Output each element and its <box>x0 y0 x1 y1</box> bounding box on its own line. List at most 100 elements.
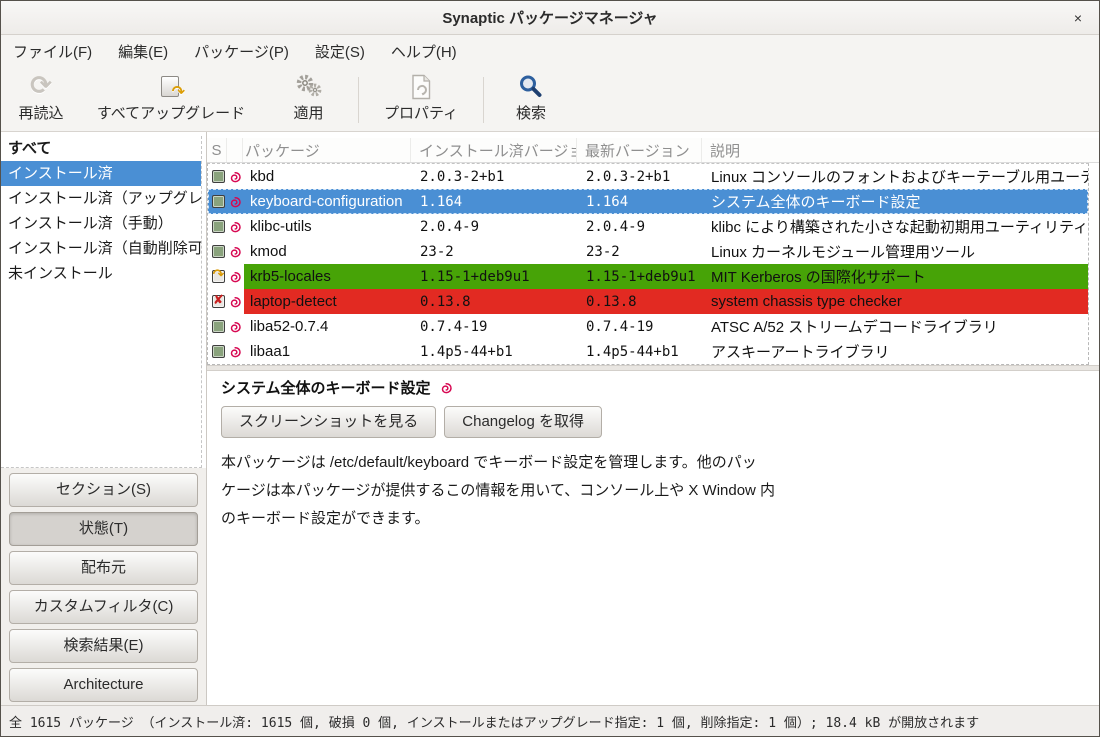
latest-version: 0.7.4-19 <box>578 314 703 339</box>
package-description: system chassis type checker <box>703 289 1088 314</box>
status-installed-icon <box>212 220 225 233</box>
package-name: libaa1 <box>244 339 412 364</box>
debian-swirl-icon <box>228 214 244 239</box>
table-row-kbd[interactable]: kbd 2.0.3-2+b1 2.0.3-2+b1 Linux コンソールのフォ… <box>208 164 1088 189</box>
package-description: ATSC A/52 ストリームデコードライブラリ <box>703 314 1088 339</box>
details-title: システム全体のキーボード設定 <box>221 377 431 398</box>
view-selector: セクション(S) 状態(T) 配布元 カスタムフィルタ(C) 検索結果(E) A… <box>1 468 206 707</box>
debian-swirl-icon <box>228 239 244 264</box>
statusbar: 全 1615 パッケージ （インストール済: 1615 個, 破損 0 個, イ… <box>1 705 1099 736</box>
latest-version: 0.13.8 <box>578 289 703 314</box>
table-row-laptop-detect[interactable]: ✘ laptop-detect 0.13.8 0.13.8 system cha… <box>208 289 1088 314</box>
menu-file[interactable]: ファイル(F) <box>11 37 94 66</box>
filter-all[interactable]: すべて <box>1 136 201 161</box>
apply-button[interactable]: 適用 <box>261 71 356 129</box>
package-panel: S パッケージ インストール済バージョン 最新バージョン 説明 kbd 2.0.… <box>207 132 1099 705</box>
latest-version: 1.164 <box>578 189 703 214</box>
debian-swirl-icon <box>228 189 244 214</box>
get-changelog-button[interactable]: Changelog を取得 <box>444 406 602 438</box>
table-header: S パッケージ インストール済バージョン 最新バージョン 説明 <box>207 138 1099 163</box>
column-header-package[interactable]: パッケージ <box>243 138 411 162</box>
filter-installed[interactable]: インストール済 <box>1 161 201 186</box>
menu-package[interactable]: パッケージ(P) <box>192 37 291 66</box>
toolbar: ⟳ 再読込 ↷ すべてアップグレード 適用 <box>1 67 1099 132</box>
view-button-architecture[interactable]: Architecture <box>9 668 198 702</box>
status-reinstall-icon: ↷ <box>212 270 225 283</box>
package-name: klibc-utils <box>244 214 412 239</box>
latest-version: 2.0.4-9 <box>578 214 703 239</box>
menu-help[interactable]: ヘルプ(H) <box>389 37 459 66</box>
properties-button[interactable]: プロパティ <box>361 71 481 129</box>
package-name: kbd <box>244 164 412 189</box>
status-summary: 全 1615 パッケージ （インストール済: 1615 個, 破損 0 個, イ… <box>9 712 979 731</box>
installed-version: 0.7.4-19 <box>412 314 578 339</box>
filter-not-installed[interactable]: 未インストール <box>1 261 201 286</box>
installed-version: 1.164 <box>412 189 578 214</box>
package-description: アスキーアートライブラリ <box>703 339 1088 364</box>
column-header-description[interactable]: 説明 <box>702 138 1099 162</box>
debian-swirl-icon <box>228 314 244 339</box>
upgrade-all-button[interactable]: ↷ すべてアップグレード <box>81 71 261 129</box>
installed-version: 1.15-1+deb9u1 <box>412 264 578 289</box>
view-screenshot-button[interactable]: スクリーンショットを見る <box>221 406 436 438</box>
table-row-kmod[interactable]: kmod 23-2 23-2 Linux カーネルモジュール管理用ツール <box>208 239 1088 264</box>
status-installed-icon <box>212 170 225 183</box>
details-pane: システム全体のキーボード設定 スクリーンショットを見る Changelog を取… <box>207 371 1099 705</box>
search-magnifier-icon <box>518 73 544 101</box>
latest-version: 23-2 <box>578 239 703 264</box>
window-title: Synaptic パッケージマネージャ <box>442 7 657 28</box>
installed-version: 1.4p5-44+b1 <box>412 339 578 364</box>
installed-version: 2.0.3-2+b1 <box>412 164 578 189</box>
debian-swirl-icon <box>439 381 453 395</box>
menu-edit[interactable]: 編集(E) <box>116 37 170 66</box>
column-header-installed-version[interactable]: インストール済バージョン <box>411 138 577 162</box>
package-name: laptop-detect <box>244 289 412 314</box>
view-button-search-results[interactable]: 検索結果(E) <box>9 629 198 663</box>
table-row-klibc-utils[interactable]: klibc-utils 2.0.4-9 2.0.4-9 klibc により構築さ… <box>208 214 1088 239</box>
view-button-sections[interactable]: セクション(S) <box>9 473 198 507</box>
filter-installed-autoremovable[interactable]: インストール済（自動削除可能） <box>1 236 201 261</box>
column-header-supported[interactable] <box>227 138 243 162</box>
main-area: すべて インストール済 インストール済（アップグレード可） インストール済（手動… <box>1 132 1099 705</box>
view-button-status[interactable]: 状態(T) <box>9 512 198 546</box>
status-installed-icon <box>212 245 225 258</box>
search-button[interactable]: 検索 <box>486 71 576 129</box>
table-row-krb5-locales[interactable]: ↷ krb5-locales 1.15-1+deb9u1 1.15-1+deb9… <box>208 264 1088 289</box>
apply-gears-icon <box>294 73 324 101</box>
latest-version: 1.15-1+deb9u1 <box>578 264 703 289</box>
table-row-libaa1[interactable]: libaa1 1.4p5-44+b1 1.4p5-44+b1 アスキーアートライ… <box>208 339 1088 364</box>
status-installed-icon <box>212 195 225 208</box>
package-name: keyboard-configuration <box>244 189 412 214</box>
synaptic-window: Synaptic パッケージマネージャ × ファイル(F) 編集(E) パッケー… <box>0 0 1100 737</box>
sidebar: すべて インストール済 インストール済（アップグレード可） インストール済（手動… <box>1 132 207 705</box>
view-button-custom-filters[interactable]: カスタムフィルタ(C) <box>9 590 198 624</box>
package-description: システム全体のキーボード設定 <box>703 189 1088 214</box>
table-row-keyboard-configuration[interactable]: keyboard-configuration 1.164 1.164 システム全… <box>208 189 1088 214</box>
menu-settings[interactable]: 設定(S) <box>313 37 367 66</box>
debian-swirl-icon <box>228 289 244 314</box>
toolbar-separator <box>358 77 359 123</box>
status-installed-icon <box>212 320 225 333</box>
reload-button[interactable]: ⟳ 再読込 <box>1 71 81 129</box>
upgrade-all-icon: ↷ <box>159 73 183 101</box>
installed-version: 23-2 <box>412 239 578 264</box>
latest-version: 2.0.3-2+b1 <box>578 164 703 189</box>
package-name: krb5-locales <box>244 264 412 289</box>
package-table: kbd 2.0.3-2+b1 2.0.3-2+b1 Linux コンソールのフォ… <box>207 163 1089 365</box>
filter-installed-manual[interactable]: インストール済（手動） <box>1 211 201 236</box>
properties-document-icon <box>410 73 432 101</box>
titlebar: Synaptic パッケージマネージャ × <box>1 1 1099 35</box>
column-header-latest-version[interactable]: 最新バージョン <box>577 138 702 162</box>
status-remove-icon: ✘ <box>212 295 225 308</box>
package-description: Linux コンソールのフォントおよびキーテーブル用ユーティリティ <box>703 164 1088 189</box>
table-row-liba52[interactable]: liba52-0.7.4 0.7.4-19 0.7.4-19 ATSC A/52… <box>208 314 1088 339</box>
column-header-status[interactable]: S <box>207 138 227 162</box>
reload-icon: ⟳ <box>30 70 52 101</box>
close-icon[interactable]: × <box>1069 9 1087 27</box>
package-description: MIT Kerberos の国際化サポート <box>703 264 1088 289</box>
menubar: ファイル(F) 編集(E) パッケージ(P) 設定(S) ヘルプ(H) <box>1 35 1099 67</box>
package-description: klibc により構築された小さな起動初期用ユーティリティ <box>703 214 1088 239</box>
filter-installed-upgradable[interactable]: インストール済（アップグレード可） <box>1 186 201 211</box>
view-button-origin[interactable]: 配布元 <box>9 551 198 585</box>
debian-swirl-icon <box>228 264 244 289</box>
